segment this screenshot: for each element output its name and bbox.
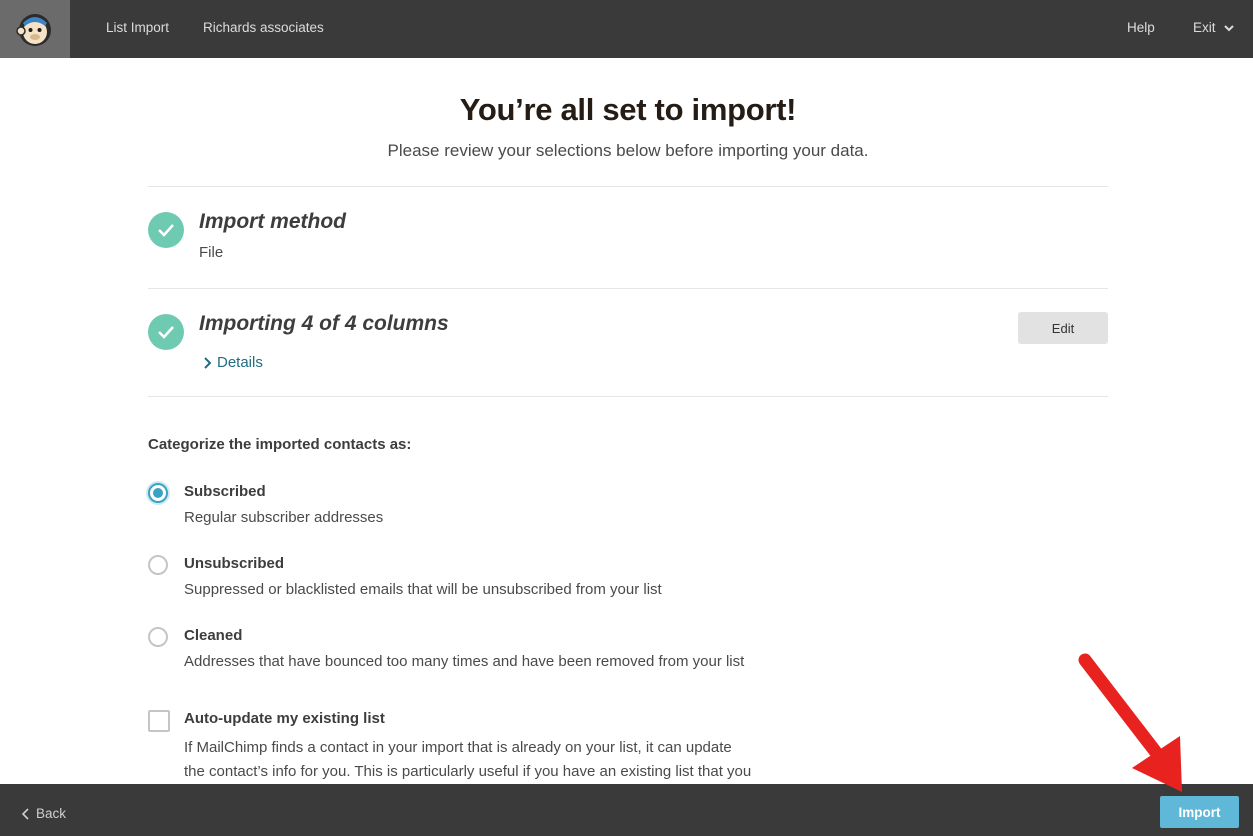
auto-update-description-line: If MailChimp finds a contact in your imp… (184, 739, 732, 756)
details-toggle[interactable]: Details (203, 354, 263, 371)
mailchimp-logo[interactable] (0, 0, 70, 58)
categorize-label: Categorize the imported contacts as: (148, 436, 412, 453)
red-annotation-arrow-icon (1078, 653, 1182, 792)
exit-label: Exit (1193, 20, 1216, 35)
chevron-down-icon (1223, 24, 1234, 31)
divider (148, 288, 1108, 289)
auto-update-description: If MailChimp finds a contact in your imp… (184, 736, 794, 784)
option-description: Regular subscriber addresses (184, 509, 384, 526)
top-navigation-bar: List Import Richards associates Help Exi… (0, 0, 1253, 58)
help-link[interactable]: Help (1127, 20, 1155, 35)
import-button[interactable]: Import (1160, 796, 1239, 828)
radio-subscribed[interactable] (148, 483, 168, 503)
exit-menu[interactable]: Exit (1193, 20, 1234, 35)
back-label: Back (36, 806, 67, 821)
page-subtitle: Please review your selections below befo… (387, 141, 869, 160)
chevron-left-icon (22, 807, 29, 820)
option-label: Unsubscribed (184, 555, 285, 572)
option-description: Suppressed or blacklisted emails that wi… (184, 581, 662, 598)
chevron-right-icon (204, 356, 211, 369)
option-label: Subscribed (184, 483, 266, 500)
back-button[interactable]: Back (22, 806, 66, 821)
radio-unsubscribed[interactable] (148, 555, 168, 575)
radio-cleaned[interactable] (148, 627, 168, 647)
check-circle-icon (148, 212, 184, 248)
edit-button[interactable]: Edit (1018, 312, 1108, 344)
bottom-action-bar: Back Import (0, 784, 1253, 836)
nav-link-list-import[interactable]: List Import (106, 20, 169, 35)
import-method-value: File (199, 244, 224, 261)
option-label: Cleaned (184, 627, 243, 644)
section-title-import-method: Import method (199, 210, 346, 233)
divider (148, 186, 1108, 187)
details-label: Details (217, 354, 263, 371)
mailchimp-monkey-logo-icon (16, 14, 51, 46)
auto-update-checkbox[interactable] (148, 710, 170, 732)
check-circle-icon (148, 314, 184, 350)
auto-update-label: Auto-update my existing list (184, 710, 385, 727)
section-title-columns: Importing 4 of 4 columns (199, 312, 449, 335)
divider (148, 396, 1108, 397)
option-description: Addresses that have bounced too many tim… (184, 653, 745, 670)
nav-link-richards-associates[interactable]: Richards associates (203, 20, 324, 35)
page-title: You’re all set to import! (459, 92, 797, 127)
auto-update-description-line: the contact’s info for you. This is part… (184, 763, 752, 780)
